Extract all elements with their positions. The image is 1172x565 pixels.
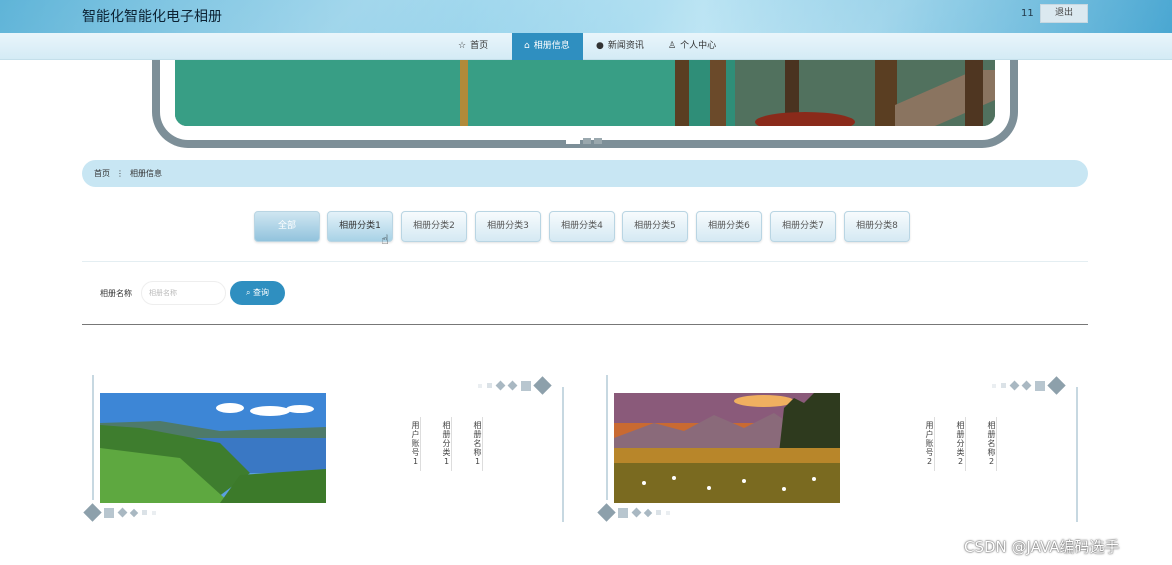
breadcrumb-separator: ⋮: [116, 169, 124, 178]
star-icon: ☆: [458, 41, 467, 51]
card-border: [92, 375, 94, 500]
album-image: [614, 393, 840, 503]
album-card[interactable]: 用户账号1 相册分类1 相册名称1: [82, 375, 564, 523]
nav-item-label: 新闻资讯: [607, 41, 644, 51]
divider: [82, 324, 1088, 325]
banner-dot[interactable]: [566, 138, 580, 144]
card-decoration: [992, 376, 1066, 395]
card-border: [606, 375, 608, 500]
category-tab[interactable]: 相册分类8: [844, 211, 910, 242]
page: 智能化智能化电子相册 11 退出 ☆ 首页 ⌂ 相册信息 ● 新闻资讯 ♙ 个人…: [0, 0, 1172, 565]
card-border: [562, 387, 564, 522]
search-input[interactable]: 相册名称: [141, 281, 226, 305]
banner-pagination: [566, 138, 602, 144]
watermark: CSDN @JAVA编码选手: [964, 538, 1120, 556]
site-title: 智能化智能化电子相册: [82, 9, 222, 25]
card-user-account: 用户账号1: [407, 417, 421, 471]
banner-image: [175, 60, 995, 126]
category-tab[interactable]: 相册分类6: [696, 211, 762, 242]
nav-item-label: 个人中心: [680, 41, 717, 51]
card-album-name: 相册名称2: [983, 417, 997, 471]
nav-item-news[interactable]: ● 新闻资讯: [584, 33, 656, 60]
category-tab[interactable]: 相册分类5: [622, 211, 688, 242]
info-icon: ●: [596, 41, 604, 51]
category-tab[interactable]: 相册分类4: [549, 211, 615, 242]
album-photo[interactable]: [100, 393, 326, 503]
home-icon: ⌂: [524, 41, 530, 51]
breadcrumb-current: 相册信息: [130, 169, 162, 178]
nav-item-label: 相册信息: [533, 41, 570, 51]
banner-dot[interactable]: [594, 138, 602, 144]
category-tab[interactable]: 相册分类3: [475, 211, 541, 242]
card-album-category: 相册分类1: [438, 417, 452, 471]
category-tab[interactable]: 相册分类2: [401, 211, 467, 242]
search-icon: ⌕: [245, 288, 251, 297]
card-decoration: [597, 503, 670, 522]
album-image: [100, 393, 326, 503]
logout-button[interactable]: 退出: [1040, 4, 1088, 23]
banner-dot[interactable]: [583, 138, 591, 144]
album-card[interactable]: 用户账号2 相册分类2 相册名称2: [596, 375, 1078, 523]
album-photo[interactable]: [614, 393, 840, 503]
nav-item-label: 首页: [470, 41, 489, 51]
header-bar: 智能化智能化电子相册 11 退出: [0, 0, 1172, 33]
category-tab[interactable]: 相册分类7: [770, 211, 836, 242]
user-icon: ♙: [668, 41, 677, 51]
card-decoration: [83, 503, 156, 522]
card-decoration: [478, 376, 552, 395]
divider: [82, 261, 1088, 262]
search-button-label: 查询: [253, 288, 270, 297]
main-nav: ☆ 首页 ⌂ 相册信息 ● 新闻资讯 ♙ 个人中心: [0, 33, 1172, 60]
card-album-category: 相册分类2: [952, 417, 966, 471]
nav-item-home[interactable]: ☆ 首页: [446, 33, 500, 60]
category-all[interactable]: 全部: [254, 211, 320, 242]
hand-cursor-icon: ☝: [381, 233, 389, 248]
search-label: 相册名称: [100, 289, 132, 298]
card-album-name: 相册名称1: [469, 417, 483, 471]
banner-graphic: [175, 60, 995, 126]
search-button[interactable]: ⌕ 查询: [230, 281, 285, 305]
username-label[interactable]: 11: [1021, 8, 1034, 19]
nav-item-profile[interactable]: ♙ 个人中心: [656, 33, 728, 60]
breadcrumb: 首页 ⋮ 相册信息: [82, 160, 1088, 187]
card-border: [1076, 387, 1078, 522]
card-user-account: 用户账号2: [921, 417, 935, 471]
nav-item-albums[interactable]: ⌂ 相册信息: [512, 33, 583, 60]
breadcrumb-home[interactable]: 首页: [94, 160, 110, 187]
